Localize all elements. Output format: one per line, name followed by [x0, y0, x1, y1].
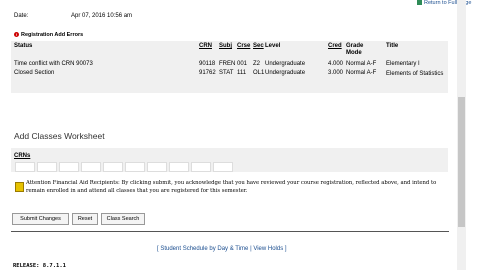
row2-crn: 91762 [199, 70, 216, 76]
error-icon: ! [14, 32, 19, 37]
footer-links: [ Student Schedule by Day & Time | View … [157, 246, 287, 252]
date-label: Date: [14, 13, 29, 19]
crn-input-10[interactable] [213, 162, 233, 172]
date-value: Apr 07, 2016 10:56 am [71, 13, 133, 19]
col-status: Status [14, 43, 33, 49]
student-schedule-link[interactable]: Student Schedule by Day & Time [160, 246, 248, 252]
row1-grade-mode: Normal A-F [346, 61, 377, 67]
col-level: Level [265, 43, 281, 49]
bracket-close: ] [284, 246, 287, 252]
col-crse[interactable]: Crse [237, 43, 250, 49]
crn-input-4[interactable] [81, 162, 101, 172]
note-icon [15, 182, 24, 192]
scrollbar-thumb[interactable] [458, 97, 465, 227]
submit-changes-button[interactable]: Submit Changes [12, 213, 69, 225]
row1-cred: 4.000 [328, 61, 344, 67]
notice-text: Attention Financial Aid Recipients: By c… [26, 180, 437, 194]
top-bar: Return to Full Page [0, 0, 480, 6]
crn-input-9[interactable] [191, 162, 211, 172]
reset-button[interactable]: Reset [72, 213, 98, 225]
row2-sec: OL1 [253, 70, 265, 76]
view-holds-link[interactable]: View Holds [253, 246, 283, 252]
col-subj[interactable]: Subj [219, 43, 232, 49]
row2-cred: 3.000 [328, 70, 344, 76]
error-table: Status CRN Subj Crse Sec Level Cred Grad… [11, 41, 448, 93]
col-grade-mode: Grade Mode [346, 43, 364, 56]
worksheet-title: Add Classes Worksheet [14, 131, 105, 141]
row1-level: Undergraduate [265, 61, 306, 67]
crn-worksheet: CRNs [11, 148, 448, 172]
row1-status: Time conflict with CRN 90073 [14, 61, 93, 67]
crn-input-3[interactable] [59, 162, 79, 172]
error-section-title: ! Registration Add Errors [14, 32, 83, 38]
col-cred[interactable]: Cred [328, 43, 342, 49]
bracket-open: [ [157, 246, 159, 252]
row2-title: Elements of Statistics [386, 71, 444, 77]
col-crn[interactable]: CRN [199, 43, 212, 49]
crn-input-8[interactable] [169, 162, 189, 172]
link-separator: | [250, 246, 252, 252]
crn-input-6[interactable] [125, 162, 145, 172]
row2-level: Undergraduate [265, 70, 306, 76]
row1-sec: Z2 [253, 61, 261, 67]
row1-crse: 001 [237, 61, 248, 67]
divider [11, 231, 449, 232]
date-row: Date: Apr 07, 2016 10:56 am [14, 13, 132, 19]
row2-status: Closed Section [14, 70, 55, 76]
row1-title: Elementary I [386, 61, 420, 67]
class-search-button[interactable]: Class Search [101, 213, 145, 225]
row1-crn: 90118 [199, 61, 216, 67]
error-title-text: Registration Add Errors [21, 32, 84, 38]
row2-subj: STAT [219, 70, 234, 76]
row2-grade-mode: Normal A-F [346, 70, 377, 76]
col-sec[interactable]: Sec [253, 43, 264, 49]
crn-input-1[interactable] [15, 162, 35, 172]
col-title: Title [386, 43, 399, 49]
financial-aid-notice: Attention Financial Aid Recipients: By c… [11, 176, 448, 202]
row1-subj: FREN [219, 61, 236, 67]
crn-header: CRNs [14, 153, 31, 159]
row2-crse: 111 [237, 70, 247, 76]
crn-input-7[interactable] [147, 162, 167, 172]
crn-input-2[interactable] [37, 162, 57, 172]
crn-input-5[interactable] [103, 162, 123, 172]
return-icon [417, 0, 422, 5]
release-label: RELEASE: 8.7.1.1 [13, 263, 66, 269]
